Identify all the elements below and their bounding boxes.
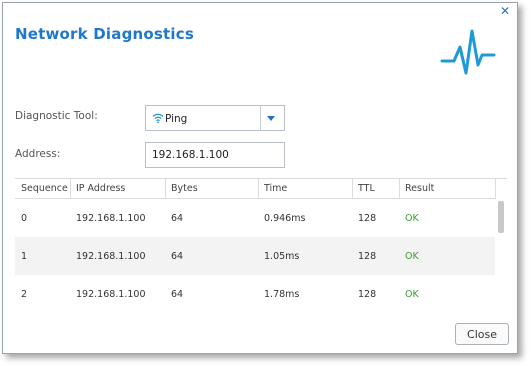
column-divider: [495, 179, 496, 198]
diagnostic-tool-value: Ping: [165, 113, 188, 125]
column-header-bytes[interactable]: Bytes: [171, 183, 198, 194]
cell-bytes: 64: [171, 213, 184, 224]
cell-result: OK: [405, 289, 419, 300]
cell-ttl: 128: [358, 213, 377, 224]
cell-sequence: 1: [21, 251, 28, 262]
cell-ip-address: 192.168.1.100: [76, 289, 146, 300]
cell-time: 1.05ms: [264, 251, 300, 262]
dialog-title: Network Diagnostics: [15, 25, 194, 43]
cell-bytes: 64: [171, 289, 184, 300]
cell-ip-address: 192.168.1.100: [76, 213, 146, 224]
column-header-ttl[interactable]: TTL: [358, 183, 375, 194]
select-divider: [260, 106, 261, 130]
column-header-time[interactable]: Time: [264, 183, 287, 194]
table-row[interactable]: 1 192.168.1.100 64 1.05ms 128 OK: [15, 237, 495, 275]
cell-sequence: 2: [21, 289, 28, 300]
address-label: Address:: [15, 148, 61, 160]
cell-sequence: 0: [21, 213, 28, 224]
column-divider: [399, 179, 400, 198]
diagnostic-tool-label: Diagnostic Tool:: [15, 110, 98, 122]
table-header: Sequence IP Address Bytes Time TTL Resul…: [15, 179, 496, 199]
close-icon[interactable]: ✕: [499, 5, 511, 17]
cell-bytes: 64: [171, 251, 184, 262]
chevron-down-icon[interactable]: [267, 116, 275, 121]
close-button[interactable]: Close: [455, 323, 509, 345]
scrollbar-thumb[interactable]: [498, 201, 504, 233]
network-diagnostics-dialog: ✕ Network Diagnostics Diagnostic Tool: P…: [2, 2, 518, 354]
column-header-result[interactable]: Result: [405, 183, 434, 194]
cell-time: 0.946ms: [264, 213, 306, 224]
column-divider: [258, 179, 259, 198]
pulse-icon: [440, 29, 496, 75]
cell-time: 1.78ms: [264, 289, 300, 300]
column-divider: [165, 179, 166, 198]
column-header-sequence[interactable]: Sequence: [21, 183, 68, 194]
column-divider: [352, 179, 353, 198]
table-row[interactable]: 2 192.168.1.100 64 1.78ms 128 OK: [15, 275, 495, 313]
column-header-ip-address[interactable]: IP Address: [76, 183, 125, 194]
results-table: Sequence IP Address Bytes Time TTL Resul…: [15, 178, 507, 314]
column-divider: [70, 179, 71, 198]
cell-result: OK: [405, 251, 419, 262]
table-row[interactable]: 0 192.168.1.100 64 0.946ms 128 OK: [15, 199, 495, 237]
cell-ttl: 128: [358, 289, 377, 300]
wifi-icon: [152, 113, 164, 124]
cell-ip-address: 192.168.1.100: [76, 251, 146, 262]
diagnostic-tool-select[interactable]: Ping: [145, 105, 285, 131]
cell-result: OK: [405, 213, 419, 224]
address-input[interactable]: [145, 142, 285, 168]
cell-ttl: 128: [358, 251, 377, 262]
